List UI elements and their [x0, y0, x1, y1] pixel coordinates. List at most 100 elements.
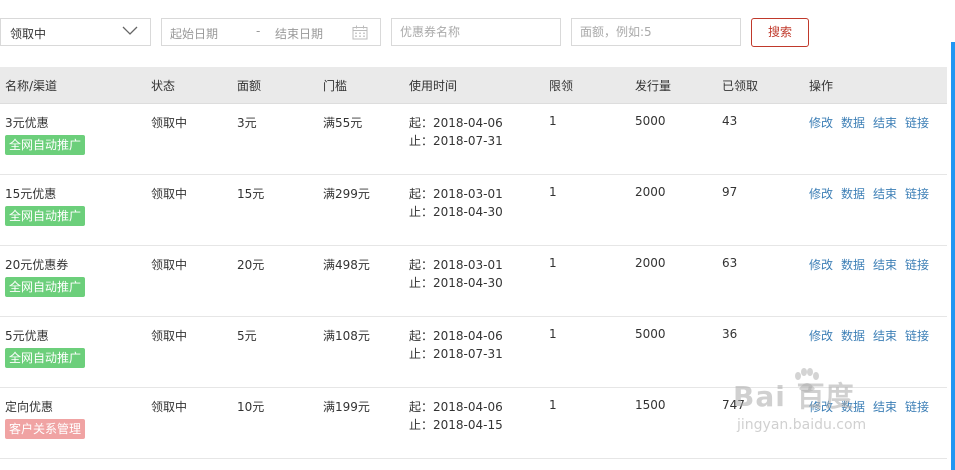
status-text: 领取中 [151, 187, 188, 201]
start-date: 起：2018-04-06 [409, 116, 503, 130]
issued-text: 5000 [635, 114, 666, 128]
claimed-text: 36 [722, 327, 738, 341]
end-date: 止：2018-07-31 [409, 134, 503, 148]
coupon-name: 定向优惠 [5, 400, 54, 414]
start-date: 起：2018-03-01 [409, 258, 503, 272]
share-link[interactable]: 链接 [905, 400, 929, 414]
row-actions: 修改 数据 结束 链接 [809, 327, 937, 344]
issued-text: 1500 [635, 398, 666, 412]
usage-time: 起：2018-03-01 止：2018-04-30 [409, 185, 503, 221]
share-link[interactable]: 链接 [905, 329, 929, 343]
coupon-name-cell: 3元优惠 [5, 114, 49, 131]
data-link[interactable]: 数据 [841, 258, 865, 272]
row-actions: 修改 数据 结束 链接 [809, 185, 937, 202]
claimed-text: 43 [722, 114, 738, 128]
threshold-text: 满199元 [323, 400, 370, 414]
data-link[interactable]: 数据 [841, 187, 865, 201]
amount-field[interactable] [571, 18, 741, 46]
header-amount: 面额 [237, 79, 262, 93]
share-link[interactable]: 链接 [905, 116, 929, 130]
end-link[interactable]: 结束 [873, 400, 897, 414]
coupon-name-cell: 20元优惠券 [5, 256, 68, 273]
issued-text: 2000 [635, 256, 666, 270]
coupon-name-cell: 5元优惠 [5, 327, 49, 344]
share-link[interactable]: 链接 [905, 187, 929, 201]
limit-text: 1 [549, 185, 557, 199]
header-usage-time: 使用时间 [409, 79, 458, 93]
start-date: 起：2018-03-01 [409, 187, 503, 201]
edit-link[interactable]: 修改 [809, 116, 833, 130]
threshold-text: 满108元 [323, 329, 370, 343]
edit-link[interactable]: 修改 [809, 329, 833, 343]
table-body: 3元优惠 全网自动推广 领取中 3元 满55元 起：2018-04-06 止：2018-07… [0, 104, 947, 459]
end-date: 止：2018-04-15 [409, 418, 503, 432]
date-separator: - [256, 24, 261, 38]
edit-link[interactable]: 修改 [809, 400, 833, 414]
header-limit: 限领 [549, 79, 574, 93]
coupon-name-cell: 定向优惠 [5, 398, 53, 415]
table-row: 15元优惠 全网自动推广 领取中 15元 满299元 起：2018-03-01 止：2018… [0, 175, 947, 246]
amount-text: 5元 [237, 329, 257, 343]
amount-input[interactable] [572, 19, 740, 45]
data-link[interactable]: 数据 [841, 329, 865, 343]
row-actions: 修改 数据 结束 链接 [809, 114, 937, 131]
limit-text: 1 [549, 256, 557, 270]
coupon-name-cell: 15元优惠 [5, 185, 56, 202]
usage-time: 起：2018-04-06 止：2018-04-15 [409, 398, 503, 434]
data-link[interactable]: 数据 [841, 116, 865, 130]
share-link[interactable]: 链接 [905, 258, 929, 272]
coupon-name: 5元优惠 [5, 329, 49, 343]
status-text: 领取中 [151, 400, 188, 414]
end-link[interactable]: 结束 [873, 116, 897, 130]
header-issued: 发行量 [635, 79, 672, 93]
amount-text: 15元 [237, 187, 265, 201]
channel-tag: 全网自动推广 [5, 348, 86, 368]
end-link[interactable]: 结束 [873, 329, 897, 343]
limit-text: 1 [549, 327, 557, 341]
status-text: 领取中 [151, 116, 188, 130]
coupon-name: 15元优惠 [5, 187, 57, 201]
end-link[interactable]: 结束 [873, 258, 897, 272]
claimed-text: 63 [722, 256, 738, 270]
amount-text: 3元 [237, 116, 257, 130]
edit-link[interactable]: 修改 [809, 187, 833, 201]
edit-link[interactable]: 修改 [809, 258, 833, 272]
status-text: 领取中 [151, 329, 188, 343]
usage-time: 起：2018-04-06 止：2018-07-31 [409, 114, 503, 150]
status-select-value: 领取中 [10, 27, 47, 41]
end-link[interactable]: 结束 [873, 187, 897, 201]
date-range-picker[interactable]: 起始日期 - 结束日期 [161, 18, 381, 46]
coupon-name-input[interactable] [392, 19, 560, 45]
table-row: 3元优惠全网自动推广 领取中 3元 满55元 起：2018-04-06 止：2018-07… [0, 104, 947, 175]
table-header: 名称/渠道 状态 面额 门槛 使用时间 限领 发行量 已领取 操作 [0, 67, 947, 104]
header-actions: 操作 [809, 79, 834, 93]
channel-tag: 全网自动推广 [5, 135, 86, 155]
header-threshold: 门槛 [323, 79, 348, 93]
date-end-placeholder[interactable]: 结束日期 [275, 25, 323, 42]
usage-time: 起：2018-03-01 止：2018-04-30 [409, 256, 503, 292]
date-start-placeholder[interactable]: 起始日期 [170, 25, 218, 42]
issued-text: 2000 [635, 185, 666, 199]
table-row: 5元优惠全网自动推广 领取中 5元 满108元 起：2018-04-06 止：2018-0… [0, 317, 947, 388]
search-button[interactable]: 搜索 [751, 18, 809, 47]
chevron-down-icon [122, 26, 138, 35]
usage-time: 起：2018-04-06 止：2018-07-31 [409, 327, 503, 363]
channel-tag: 全网自动推广 [5, 277, 86, 297]
status-select[interactable]: 领取中 [0, 18, 151, 46]
start-date: 起：2018-04-06 [409, 400, 503, 414]
claimed-text: 97 [722, 185, 738, 199]
data-link[interactable]: 数据 [841, 400, 865, 414]
row-actions: 修改 数据 结束 链接 [809, 256, 937, 273]
table-row: 定向优惠 客户关系管理 领取中 10元 满199元 起：2018-04-06 止：2018-… [0, 388, 947, 459]
header-status: 状态 [151, 79, 176, 93]
threshold-text: 满299元 [323, 187, 370, 201]
amount-text: 20元 [237, 258, 265, 272]
scroll-accent-bar [951, 42, 955, 470]
coupon-name-field[interactable] [391, 18, 561, 46]
filter-bar: 领取中 起始日期 - 结束日期 搜索 [0, 18, 955, 48]
threshold-text: 满498元 [323, 258, 370, 272]
threshold-text: 满55元 [323, 116, 363, 130]
end-date: 止：2018-07-31 [409, 347, 503, 361]
calendar-icon[interactable] [352, 25, 368, 40]
issued-text: 5000 [635, 327, 666, 341]
